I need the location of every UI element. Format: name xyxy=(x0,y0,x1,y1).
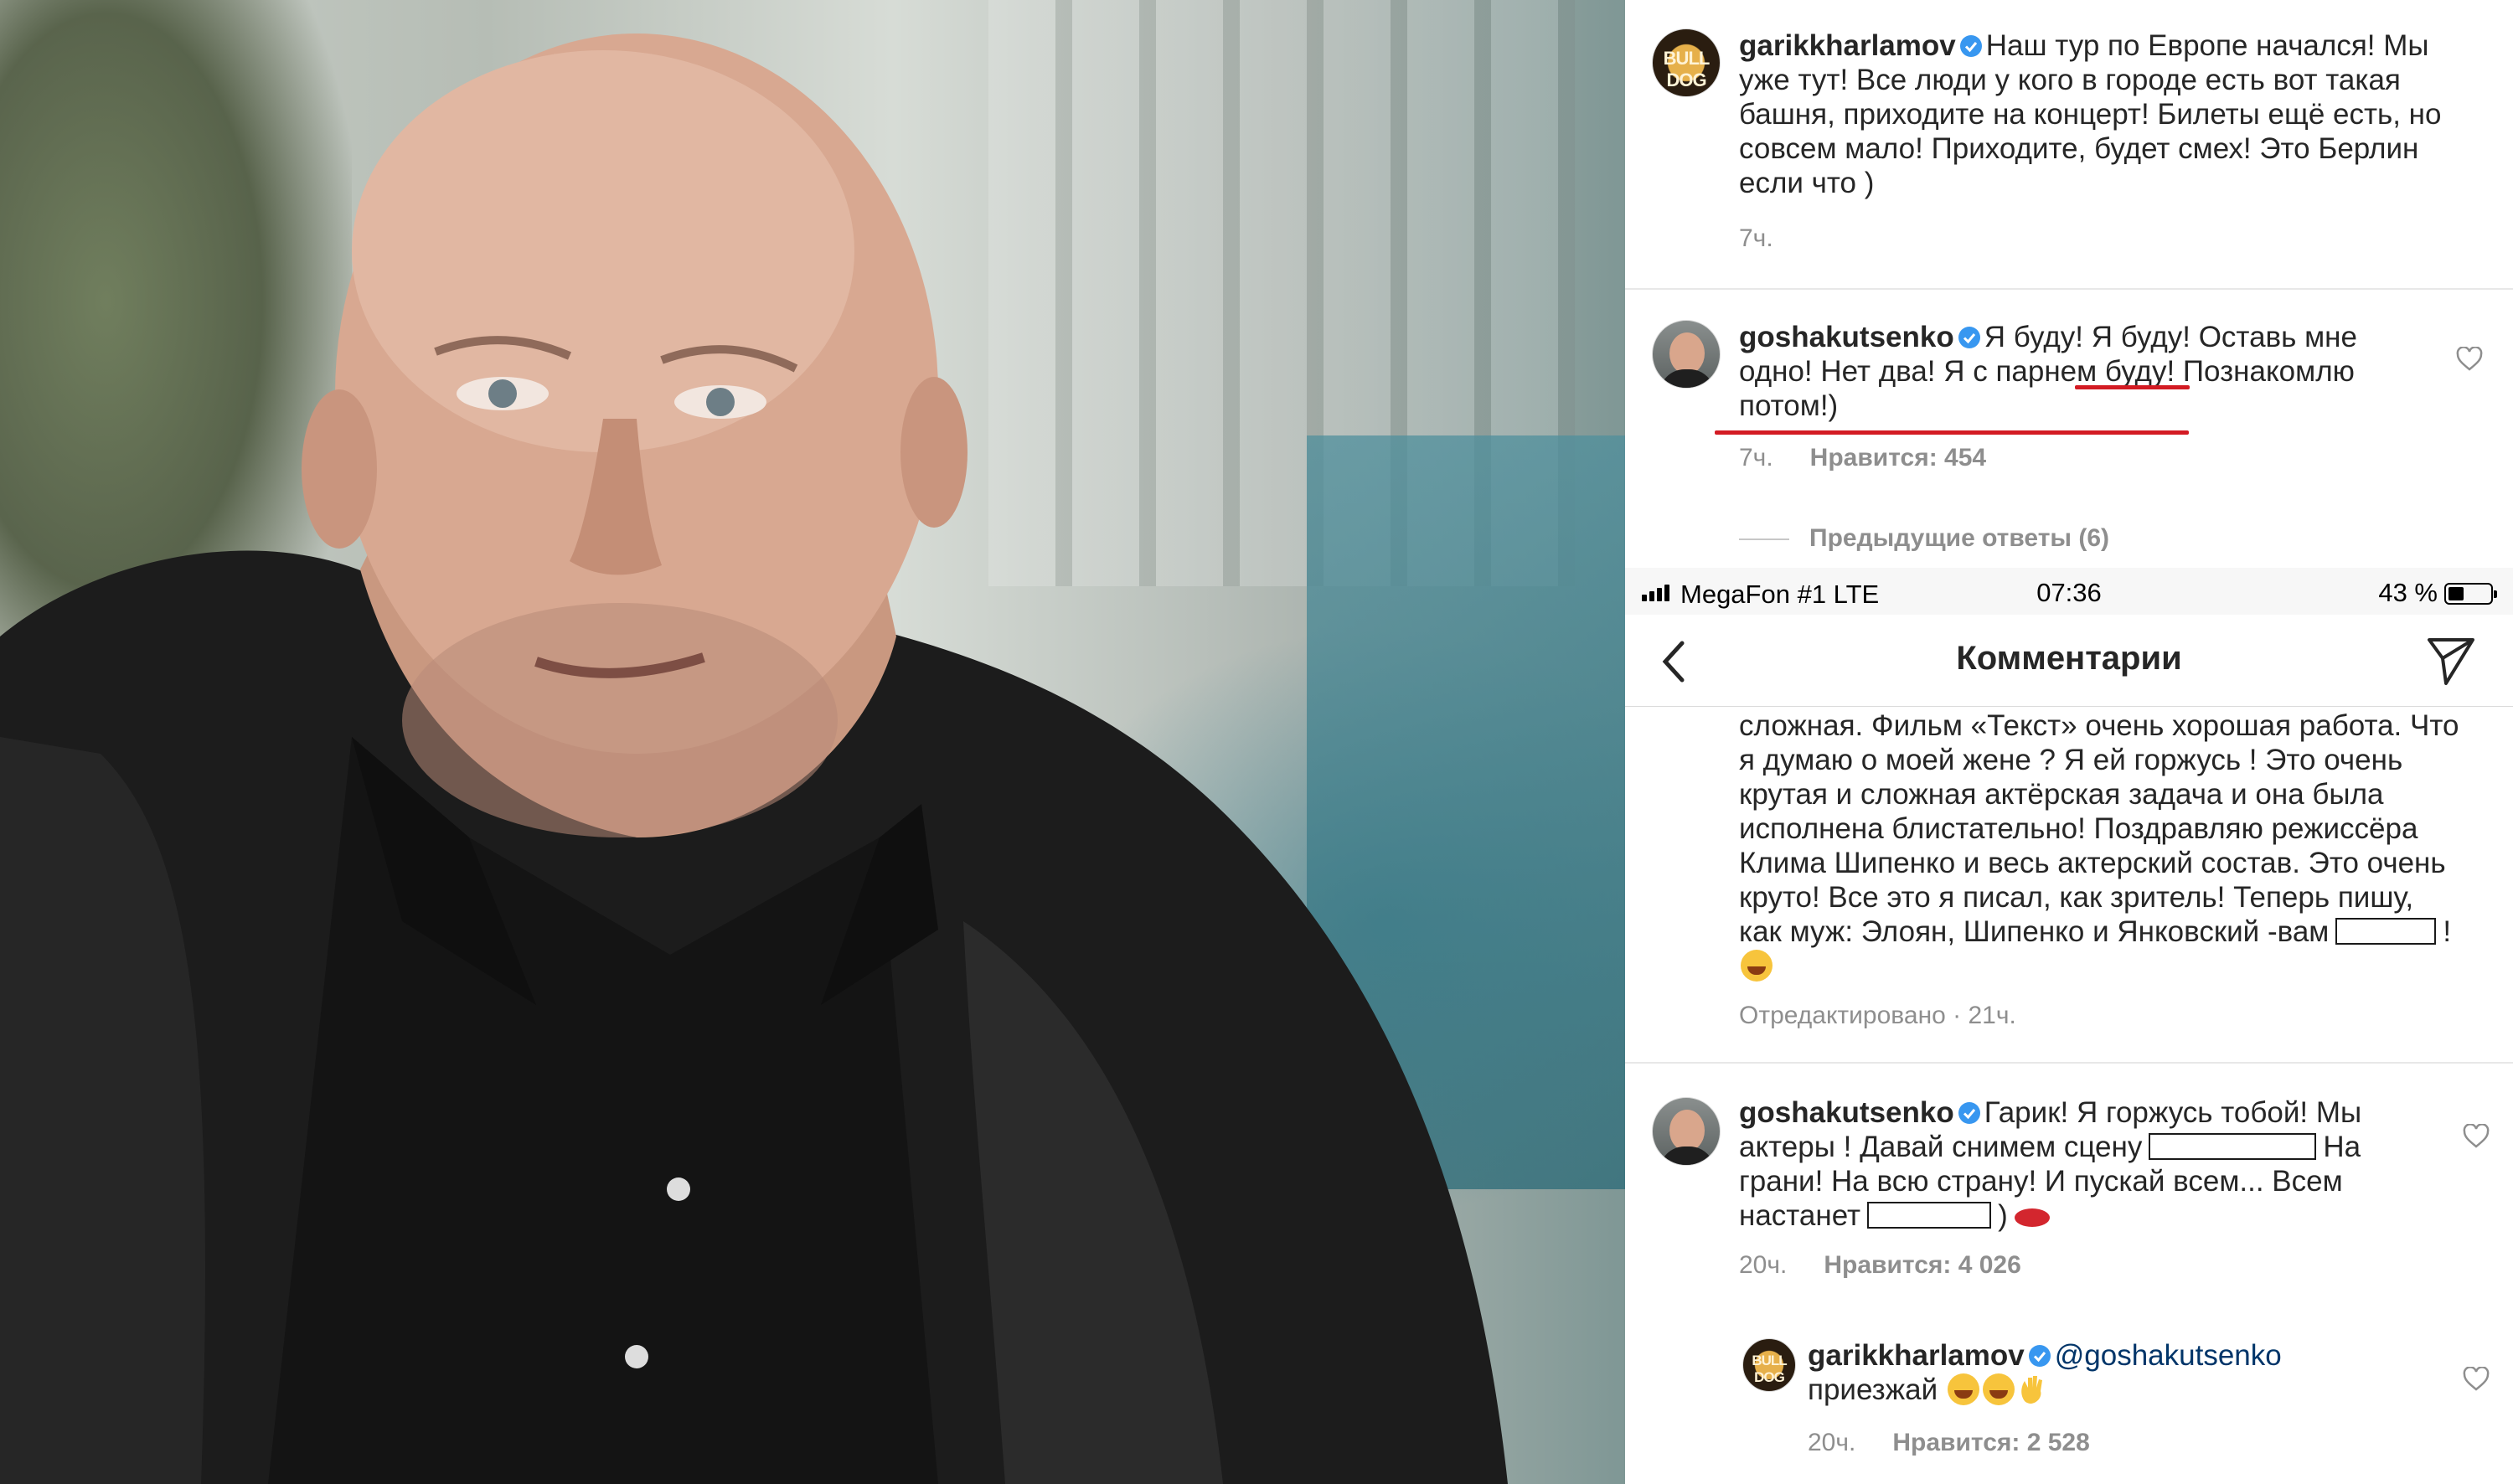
verified-badge-icon xyxy=(1959,35,1982,57)
divider xyxy=(1625,1062,2513,1064)
comment-text: приезжай xyxy=(1808,1373,1938,1406)
laughing-emoji-icon xyxy=(1982,1373,2015,1405)
comment-meta: 7ч. Нравится: 454 xyxy=(1739,444,1986,472)
comment-username[interactable]: garikkharlamov xyxy=(1739,29,1956,62)
redacted-box xyxy=(2149,1133,2317,1160)
comment-text-3: ) xyxy=(1998,1199,2008,1232)
red-underline xyxy=(1715,430,2189,435)
avatar[interactable] xyxy=(1652,320,1721,389)
comment-time: 7ч. xyxy=(1739,444,1773,471)
comment-username[interactable]: garikkharlamov xyxy=(1808,1339,2025,1372)
like-count[interactable]: Нравится: 454 xyxy=(1810,444,1986,471)
previous-replies-label: Предыдущие ответы (6) xyxy=(1809,524,2110,552)
direct-send-icon[interactable] xyxy=(2424,633,2478,687)
redacted-box xyxy=(1867,1202,1992,1229)
heart-icon[interactable] xyxy=(2456,347,2483,372)
comment-time: 20ч. xyxy=(1739,1251,1788,1279)
comment-edited-meta: Отредактировано · 21ч. xyxy=(1739,1002,2016,1029)
red-underline xyxy=(2075,385,2190,389)
mention-link[interactable]: @goshakutsenko xyxy=(2055,1339,2282,1372)
portrait-figure xyxy=(0,33,1508,1484)
verified-badge-icon xyxy=(1958,1102,1980,1124)
comment-body: goshakutsenko Гарик! Я горжусь тобой! Мы … xyxy=(1739,1095,2409,1233)
like-count[interactable]: Нравится: 4 026 xyxy=(1824,1251,2020,1279)
avatar-logo-text: BULL DOG xyxy=(1663,48,1711,90)
laughing-emoji-icon xyxy=(1741,950,1773,982)
divider xyxy=(1625,288,2513,290)
comment-body: garikkharlamov Наш тур по Европе начался!… xyxy=(1739,28,2459,200)
status-bar: MegaFon #1 LTE 07:36 43 % xyxy=(1625,568,2513,615)
heart-icon[interactable] xyxy=(2463,1124,2490,1149)
comment-username[interactable]: goshakutsenko xyxy=(1739,1096,1954,1129)
redacted-box xyxy=(2335,918,2437,945)
avatar[interactable]: BULL DOG xyxy=(1742,1338,1796,1392)
thread-line xyxy=(1739,538,1789,541)
comment-meta: 20ч. Нравится: 2 528 xyxy=(1808,1429,2090,1457)
comment-time: 7ч. xyxy=(1739,224,1773,252)
avatar-logo-text: BULL DOG xyxy=(1752,1353,1787,1385)
page-title: Комментарии xyxy=(1956,640,2182,677)
comment-meta: 20ч. Нравится: 4 026 xyxy=(1739,1251,2021,1280)
avatar[interactable] xyxy=(1652,1097,1721,1166)
avatar[interactable]: BULL DOG xyxy=(1652,28,1721,97)
verified-badge-icon xyxy=(1958,327,1980,348)
like-count[interactable]: Нравится: 2 528 xyxy=(1892,1429,2089,1456)
laughing-emoji-icon xyxy=(1947,1373,1979,1405)
battery-status: 43 % xyxy=(2378,578,2497,608)
previous-replies-link[interactable]: Предыдущие ответы (6) xyxy=(1739,524,2109,553)
comment-text-end: ! xyxy=(2443,915,2452,948)
comment-text: сложная. Фильм «Текст» очень хорошая раб… xyxy=(1739,709,2459,948)
battery-percent: 43 % xyxy=(2378,578,2438,607)
battery-icon xyxy=(2444,583,2497,605)
comment-body: garikkharlamov @goshakutsenko приезжай xyxy=(1808,1338,2428,1407)
waving-hand-emoji-icon xyxy=(2021,1376,2042,1404)
lips-emoji-icon xyxy=(2014,1208,2050,1227)
nav-bar: Комментарии xyxy=(1625,615,2513,707)
verified-badge-icon xyxy=(2028,1345,2051,1367)
comment-time: 20ч. xyxy=(1808,1429,1856,1456)
heart-icon[interactable] xyxy=(2463,1367,2490,1392)
comment-body: сложная. Фильм «Текст» очень хорошая раб… xyxy=(1739,709,2459,983)
portrait-photo xyxy=(0,0,1625,1484)
instagram-comments-panel: BULL DOG garikkharlamov Наш тур по Европе… xyxy=(1625,0,2513,1484)
comment-username[interactable]: goshakutsenko xyxy=(1739,321,1954,353)
comment-body: goshakutsenko Я буду! Я буду! Оставь мне … xyxy=(1739,320,2409,423)
